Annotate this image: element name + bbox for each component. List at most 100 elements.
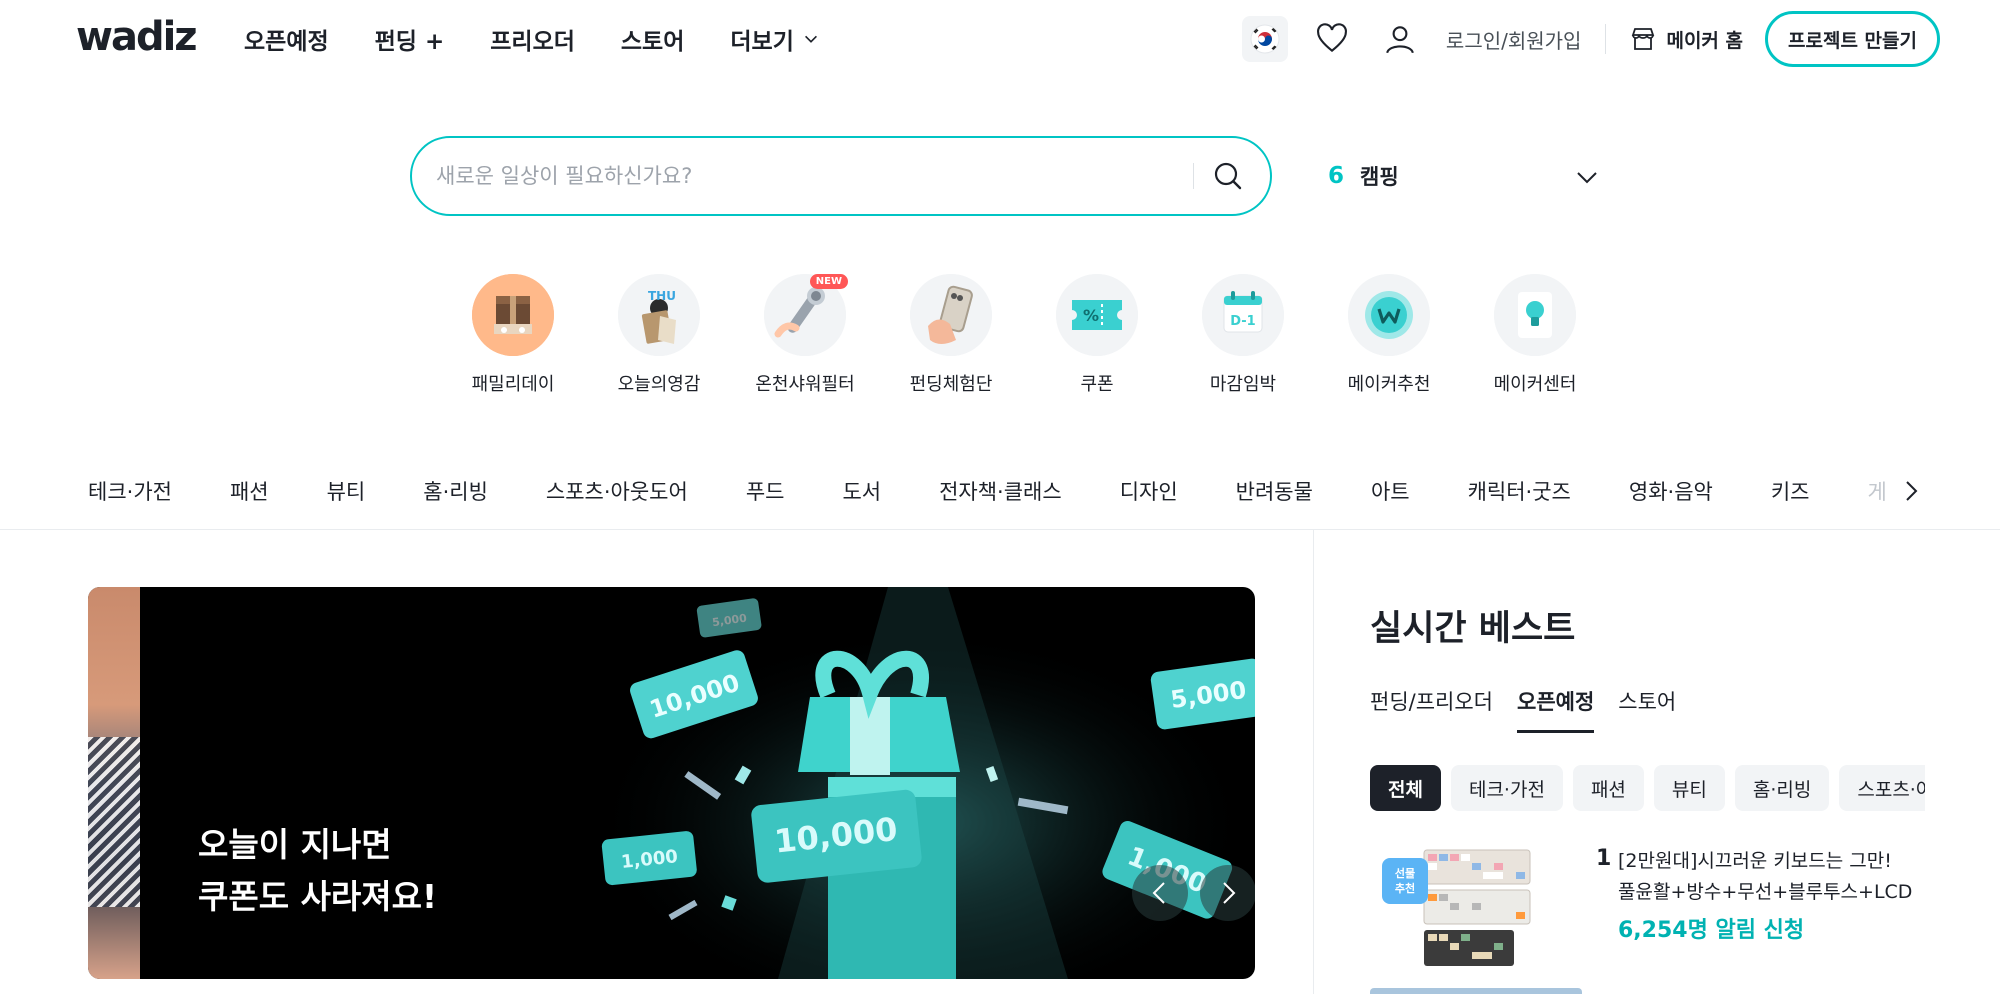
header-utilities: 로그인/회원가입 메이커 홈 프로젝트 만들기 bbox=[1241, 11, 1940, 67]
tab-store[interactable]: 스토어 bbox=[1618, 686, 1676, 733]
category-beauty[interactable]: 뷰티 bbox=[327, 476, 366, 506]
heart-icon bbox=[1316, 23, 1347, 53]
maker-home-link[interactable]: 메이커 홈 bbox=[1628, 24, 1743, 54]
tab-open-soon[interactable]: 오픈예정 bbox=[1517, 686, 1595, 733]
category-food[interactable]: 푸드 bbox=[746, 476, 785, 506]
chip-fashion[interactable]: 패션 bbox=[1572, 765, 1644, 811]
chip-all[interactable]: 전체 bbox=[1370, 765, 1441, 811]
quick-menu-label: 온천샤워필터 bbox=[755, 374, 855, 395]
category-ebook[interactable]: 전자책·클래스 bbox=[939, 476, 1062, 506]
search-icon bbox=[1214, 162, 1242, 190]
gift-box-icon bbox=[472, 274, 554, 356]
quick-menu-item[interactable]: D-1 마감임박 bbox=[1170, 274, 1316, 396]
quick-menu-label: 쿠폰 bbox=[1080, 374, 1114, 395]
lightbulb-icon bbox=[1494, 274, 1576, 356]
nav-more[interactable]: 더보기 bbox=[730, 22, 819, 56]
nav-label: 더보기 bbox=[730, 29, 794, 55]
banner-prev-button[interactable] bbox=[1132, 865, 1188, 921]
quick-menu-label: 마감임박 bbox=[1209, 374, 1277, 395]
nav-label: 펀딩 + bbox=[374, 29, 445, 55]
wadiz-coin-icon bbox=[1348, 274, 1430, 356]
next-item-thumbnail[interactable] bbox=[1370, 988, 1582, 994]
category-pets[interactable]: 반려동물 bbox=[1236, 476, 1313, 506]
svg-text:%: % bbox=[1083, 306, 1099, 325]
calendar-d1-text: D-1 bbox=[1230, 314, 1255, 329]
shower-filter-icon: NEW bbox=[764, 274, 848, 356]
nav-label: 스토어 bbox=[620, 29, 685, 55]
category-design[interactable]: 디자인 bbox=[1120, 476, 1178, 506]
quick-menu-item[interactable]: THU 오늘의영감 bbox=[586, 274, 732, 396]
quick-menu-item[interactable]: 펀딩체험단 bbox=[878, 274, 1024, 396]
nav-funding[interactable]: 펀딩 + bbox=[375, 22, 445, 56]
chip-home[interactable]: 홈·리빙 bbox=[1734, 765, 1830, 811]
language-button[interactable] bbox=[1241, 16, 1288, 62]
nav-store[interactable]: 스토어 bbox=[621, 22, 684, 56]
chevron-left-icon bbox=[1152, 882, 1165, 904]
inspiration-icon: THU bbox=[618, 274, 700, 356]
create-project-button[interactable]: 프로젝트 만들기 bbox=[1765, 11, 1940, 67]
category-sports[interactable]: 스포츠·아웃도어 bbox=[546, 476, 688, 506]
nav-label: 오픈예정 bbox=[244, 29, 329, 55]
quick-menu-item[interactable]: 패밀리데이 bbox=[440, 274, 586, 396]
category-kids[interactable]: 키즈 bbox=[1771, 476, 1810, 506]
quick-menu-item[interactable]: 메이커추천 bbox=[1316, 274, 1462, 396]
calendar-d1-icon: D-1 bbox=[1202, 274, 1284, 356]
search-input[interactable] bbox=[436, 164, 1193, 188]
search-button[interactable] bbox=[1212, 160, 1244, 192]
nav-open-soon[interactable]: 오픈예정 bbox=[244, 22, 329, 56]
tab-funding-preorder[interactable]: 펀딩/프리오더 bbox=[1370, 686, 1493, 733]
trending-rank: 6 bbox=[1328, 163, 1345, 189]
korea-flag-icon bbox=[1250, 24, 1280, 54]
main-banner[interactable]: 오늘이 지나면 쿠폰도 사라져요! 10,000 5,000 10,000 1,… bbox=[88, 587, 1255, 979]
category-next-button[interactable] bbox=[1896, 476, 1926, 506]
quick-menu-item[interactable]: % 쿠폰 bbox=[1024, 274, 1170, 396]
category-character[interactable]: 캐릭터·굿즈 bbox=[1468, 476, 1571, 506]
chip-sports[interactable]: 스포츠·아 bbox=[1839, 765, 1925, 811]
banner-title: 오늘이 지나면 쿠폰도 사라져요! bbox=[198, 819, 437, 923]
previous-slide-peek bbox=[88, 587, 140, 979]
quick-menu-item[interactable]: 메이커센터 bbox=[1462, 274, 1608, 396]
chevron-right-icon bbox=[1223, 882, 1236, 904]
chip-tech[interactable]: 테크·가전 bbox=[1450, 765, 1563, 811]
quick-menu-label: 오늘의영감 bbox=[617, 374, 701, 395]
category-tech[interactable]: 테크·가전 bbox=[88, 476, 172, 506]
banner-next-button[interactable] bbox=[1200, 865, 1255, 921]
quick-menu-item[interactable]: NEW 온천샤워필터 bbox=[732, 274, 878, 396]
global-header: wadiz 오픈예정 펀딩 + 프리오더 스토어 더보기 로그인/회원가입 메이… bbox=[0, 0, 2000, 78]
phone-hand-icon bbox=[910, 274, 992, 356]
coupon-icon: % bbox=[1056, 274, 1138, 356]
login-link[interactable]: 로그인/회원가입 bbox=[1446, 25, 1582, 54]
badge-line: 추천 bbox=[1394, 882, 1416, 895]
category-bar: 테크·가전 패션 뷰티 홈·리빙 스포츠·아웃도어 푸드 도서 전자책·클래스 … bbox=[0, 462, 2000, 530]
quick-menu: 패밀리데이 THU 오늘의영감 NEW 온천샤워필터 펀딩체험단 % 쿠폰 D-… bbox=[440, 274, 1608, 396]
svg-text:THU: THU bbox=[648, 289, 676, 303]
wadiz-logo[interactable]: wadiz bbox=[76, 14, 198, 60]
wishlist-button[interactable] bbox=[1310, 17, 1354, 61]
mypage-button[interactable] bbox=[1378, 17, 1422, 61]
chip-beauty[interactable]: 뷰티 bbox=[1653, 765, 1725, 811]
nav-label: 프리오더 bbox=[490, 29, 575, 55]
gift-recommend-badge: 선물 추천 bbox=[1382, 858, 1428, 904]
category-fashion[interactable]: 패션 bbox=[230, 476, 269, 506]
category-art[interactable]: 아트 bbox=[1371, 476, 1410, 506]
category-list: 테크·가전 패션 뷰티 홈·리빙 스포츠·아웃도어 푸드 도서 전자책·클래스 … bbox=[88, 476, 1918, 506]
trending-keyword[interactable]: 6 캠핑 bbox=[1328, 158, 1600, 194]
rank-title-line2: 풀윤활+방수+무선+블루투스+LCD bbox=[1618, 881, 1913, 903]
category-books[interactable]: 도서 bbox=[842, 476, 881, 506]
category-game[interactable]: 게 bbox=[1867, 476, 1886, 506]
search-bar bbox=[410, 136, 1272, 216]
rank-number: 1 bbox=[1596, 846, 1612, 871]
chevron-down-icon[interactable] bbox=[1574, 164, 1600, 190]
header-divider bbox=[1605, 24, 1607, 54]
trending-word: 캠핑 bbox=[1360, 165, 1399, 189]
badge-line: 선물 bbox=[1394, 867, 1416, 880]
category-home[interactable]: 홈·리빙 bbox=[423, 476, 488, 506]
chevron-right-icon bbox=[1906, 481, 1918, 501]
nav-preorder[interactable]: 프리오더 bbox=[490, 22, 575, 56]
best-tabs: 펀딩/프리오더 오픈예정 스토어 bbox=[1370, 686, 1676, 733]
category-movie-music[interactable]: 영화·음악 bbox=[1629, 476, 1713, 506]
rank-notify-count: 6,254명 알림 신청 bbox=[1618, 918, 1805, 943]
main-nav: 오픈예정 펀딩 + 프리오더 스토어 더보기 bbox=[244, 22, 820, 56]
best-rank-item[interactable]: 선물 추천 1 [2만원대]시끄러운 키보드는 그만! 풀윤활+방수+무선+블루… bbox=[1370, 846, 1930, 966]
rank-title: [2만원대]시끄러운 키보드는 그만! 풀윤활+방수+무선+블루투스+LCD bbox=[1618, 846, 1912, 908]
